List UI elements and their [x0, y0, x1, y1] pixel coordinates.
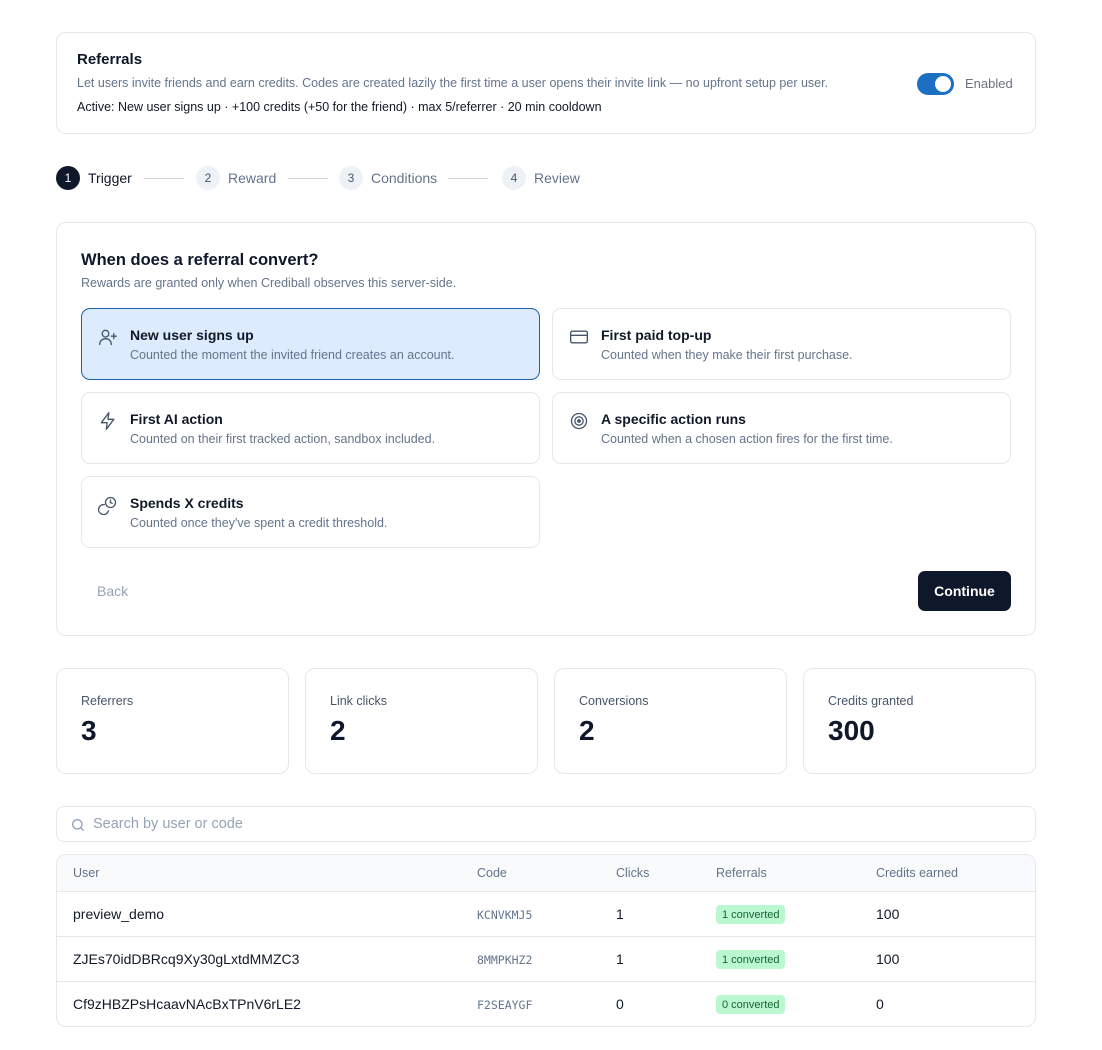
stat-value: 2 — [330, 715, 346, 746]
stat-credits-granted: Credits granted 300 — [803, 668, 1036, 774]
option-description: Counted when they make their first purch… — [601, 348, 853, 362]
option-description: Counted the moment the invited friend cr… — [130, 348, 455, 362]
cell-code: F2SEAYGF — [477, 998, 533, 1012]
cell-user: Cf9zHBZPsHcaavNAcBxTPnV6rLE2 — [73, 996, 301, 1012]
stat-value: 2 — [579, 715, 595, 746]
step-number: 4 — [502, 166, 526, 190]
step-label: Review — [534, 170, 580, 186]
option-description: Counted on their first tracked action, s… — [130, 432, 436, 446]
cell-clicks: 1 — [616, 951, 624, 967]
step-reward[interactable]: 2 Reward — [196, 166, 276, 190]
stat-conversions: Conversions 2 — [554, 668, 787, 774]
step-trigger[interactable]: 1 Trigger — [56, 166, 132, 190]
referrals-active-summary: Active: New user signs up · +100 credits… — [77, 100, 602, 114]
option-title: First paid top-up — [601, 327, 712, 343]
converted-badge: 0 converted — [716, 995, 786, 1014]
cell-clicks: 1 — [616, 906, 624, 922]
target-icon — [570, 412, 588, 430]
option-title: First AI action — [130, 411, 223, 427]
referrals-description: Let users invite friends and earn credit… — [77, 76, 829, 90]
search-input[interactable] — [93, 807, 1023, 841]
option-title: A specific action runs — [601, 411, 746, 427]
table-row[interactable]: ZJEs70idDBRcq9Xy30gLxtdMMZC3 8MMPKHZ2 1 … — [57, 937, 1035, 982]
stat-value: 300 — [828, 715, 875, 746]
search-icon — [72, 819, 84, 831]
step-review[interactable]: 4 Review — [502, 166, 580, 190]
option-description: Counted once they've spent a credit thre… — [130, 516, 388, 530]
trigger-title: When does a referral convert? — [81, 251, 319, 269]
coins-icon — [98, 496, 117, 515]
stat-label: Referrers — [81, 694, 134, 708]
cell-code: KCNVKMJ5 — [477, 908, 533, 922]
option-new-user-signs-up[interactable]: New user signs up Counted the moment the… — [81, 308, 540, 380]
cell-credits: 0 — [876, 996, 884, 1012]
converted-badge: 1 converted — [716, 950, 786, 969]
step-conditions[interactable]: 3 Conditions — [339, 166, 437, 190]
converted-badge: 1 converted — [716, 905, 786, 924]
search-box — [56, 806, 1036, 842]
toggle-knob — [935, 76, 951, 92]
option-specific-action-runs[interactable]: A specific action runs Counted when a ch… — [552, 392, 1011, 464]
step-number: 1 — [56, 166, 80, 190]
stat-label: Link clicks — [330, 694, 387, 708]
step-connector — [288, 178, 328, 179]
stat-referrers: Referrers 3 — [56, 668, 289, 774]
stat-label: Conversions — [579, 694, 649, 708]
step-number: 2 — [196, 166, 220, 190]
table-header: User Code Clicks Referrals Credits earne… — [57, 855, 1035, 892]
header-code[interactable]: Code — [477, 866, 507, 880]
stat-value: 3 — [81, 715, 97, 746]
step-connector — [448, 178, 488, 179]
option-first-paid-top-up[interactable]: First paid top-up Counted when they make… — [552, 308, 1011, 380]
stat-link-clicks: Link clicks 2 — [305, 668, 538, 774]
cell-code: 8MMPKHZ2 — [477, 953, 533, 967]
option-description: Counted when a chosen action fires for t… — [601, 432, 893, 446]
step-connector — [144, 178, 184, 179]
continue-button[interactable]: Continue — [918, 571, 1011, 611]
cell-clicks: 0 — [616, 996, 624, 1012]
option-spends-x-credits[interactable]: Spends X credits Counted once they've sp… — [81, 476, 540, 548]
header-user[interactable]: User — [73, 866, 99, 880]
option-title: New user signs up — [130, 327, 254, 343]
stepper: 1 Trigger 2 Reward 3 Conditions 4 Review — [56, 166, 616, 190]
cell-user: ZJEs70idDBRcq9Xy30gLxtdMMZC3 — [73, 951, 300, 967]
cell-credits: 100 — [876, 951, 900, 967]
lightning-icon — [100, 412, 115, 430]
cell-user: preview_demo — [73, 906, 165, 922]
header-credits-earned[interactable]: Credits earned — [876, 866, 958, 880]
trigger-card: When does a referral convert? Rewards ar… — [56, 222, 1036, 636]
header-referrals[interactable]: Referrals — [716, 866, 767, 880]
step-number: 3 — [339, 166, 363, 190]
toggle-label: Enabled — [965, 76, 1013, 91]
cell-credits: 100 — [876, 906, 900, 922]
option-first-ai-action[interactable]: First AI action Counted on their first t… — [81, 392, 540, 464]
stat-label: Credits granted — [828, 694, 914, 708]
step-label: Reward — [228, 170, 277, 186]
referrals-card: Referrals Let users invite friends and e… — [56, 32, 1036, 134]
table-row[interactable]: Cf9zHBZPsHcaavNAcBxTPnV6rLE2 F2SEAYGF 0 … — [57, 982, 1035, 1026]
header-clicks[interactable]: Clicks — [616, 866, 649, 880]
step-label: Trigger — [88, 170, 132, 186]
step-label: Conditions — [371, 170, 438, 186]
user-plus-icon — [99, 329, 118, 346]
back-button[interactable]: Back — [97, 583, 128, 599]
option-title: Spends X credits — [130, 495, 244, 511]
table-row[interactable]: preview_demo KCNVKMJ5 1 1 converted 100 — [57, 892, 1035, 937]
trigger-subtitle: Rewards are granted only when Crediball … — [81, 276, 457, 290]
credit-card-icon — [570, 330, 588, 344]
referrers-table: User Code Clicks Referrals Credits earne… — [56, 854, 1036, 1027]
enabled-toggle[interactable] — [917, 73, 954, 95]
referrals-title: Referrals — [77, 51, 143, 68]
